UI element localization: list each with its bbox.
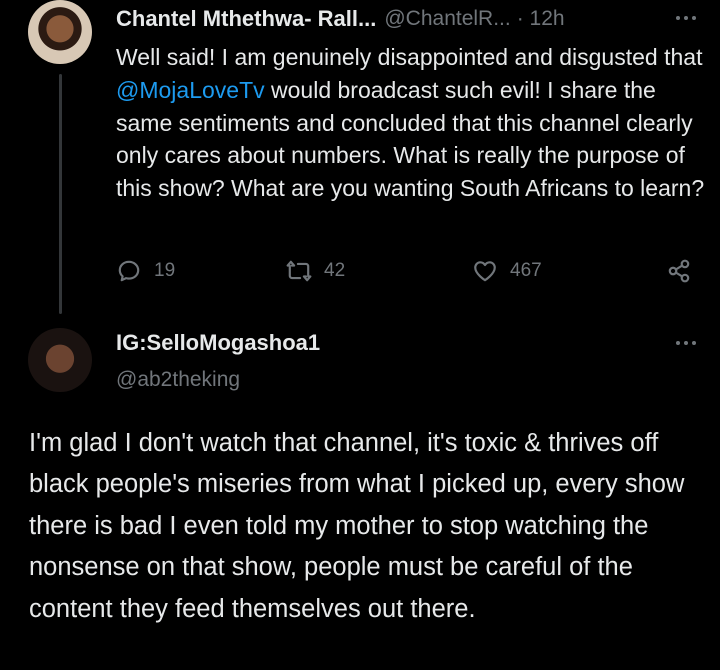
share-icon bbox=[668, 259, 690, 283]
display-name[interactable]: Chantel Mthethwa- Rall... bbox=[116, 6, 376, 32]
reply-icon bbox=[118, 260, 140, 282]
tweet-text: Well said! I am genuinely disappointed a… bbox=[116, 41, 706, 205]
action-bar: 19 42 467 bbox=[116, 258, 696, 288]
timestamp[interactable]: · 12h bbox=[517, 7, 565, 31]
user-handle[interactable]: @ab2theking bbox=[116, 368, 320, 392]
like-button[interactable]: 467 bbox=[472, 258, 542, 284]
thread-line bbox=[59, 74, 62, 314]
retweet-icon bbox=[286, 260, 312, 282]
retweet-count: 42 bbox=[324, 260, 346, 281]
share-button[interactable] bbox=[666, 258, 692, 284]
reply-count: 19 bbox=[154, 260, 176, 281]
tweet-text: I'm glad I don't watch that channel, it'… bbox=[29, 429, 685, 623]
more-icon[interactable] bbox=[676, 341, 696, 345]
like-count: 467 bbox=[510, 260, 542, 281]
display-name[interactable]: IG:SelloMogashoa1 bbox=[116, 330, 320, 356]
avatar[interactable] bbox=[28, 0, 92, 64]
mention-link[interactable]: @MojaLoveTv bbox=[116, 77, 265, 103]
retweet-button[interactable]: 42 bbox=[286, 258, 345, 284]
more-icon[interactable] bbox=[676, 16, 696, 20]
tweet-header: Chantel Mthethwa- Rall... @ChantelR... ·… bbox=[116, 4, 565, 34]
reply-button[interactable]: 19 bbox=[116, 258, 175, 284]
avatar[interactable] bbox=[28, 328, 92, 392]
user-handle[interactable]: @ChantelR... bbox=[384, 7, 510, 31]
tweet-text-part: Well said! I am genuinely disappointed a… bbox=[116, 44, 703, 70]
tweet-1[interactable]: Chantel Mthethwa- Rall... @ChantelR... ·… bbox=[0, 0, 720, 320]
heart-icon bbox=[474, 261, 496, 282]
tweet-header: IG:SelloMogashoa1 @ab2theking bbox=[116, 330, 320, 392]
